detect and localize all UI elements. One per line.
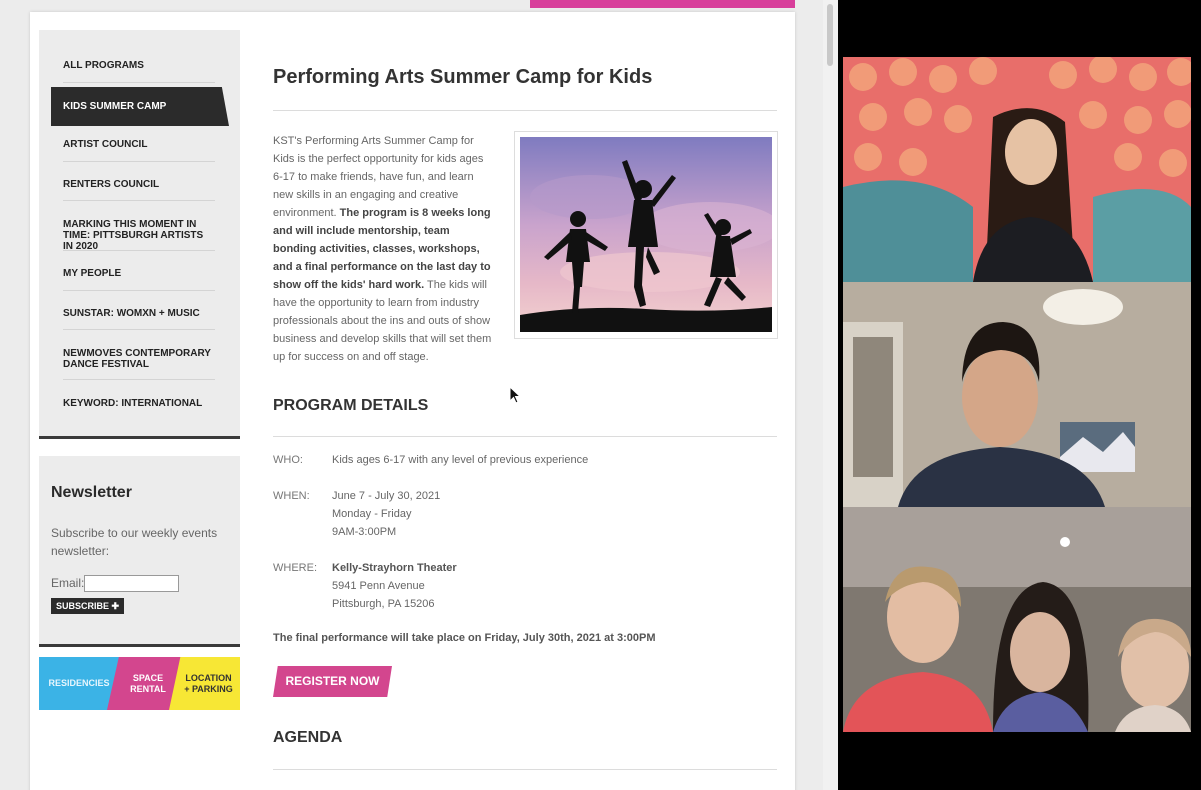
video-tile-participant-1[interactable]	[843, 57, 1191, 282]
when-dates: June 7 - July 30, 2021	[332, 490, 441, 502]
nav-divider	[63, 379, 215, 380]
email-field[interactable]	[84, 575, 179, 592]
nav-divider	[63, 200, 215, 201]
where-street: 5941 Penn Avenue	[332, 580, 425, 592]
who-label: WHO:	[273, 454, 303, 466]
newsletter-description: Subscribe to our weekly events newslette…	[51, 526, 218, 558]
where-city: Pittsburgh, PA 15206	[332, 598, 435, 610]
nav-item-marking-this-moment[interactable]: MARKING THIS MOMENT IN TIME: PITTSBURGH …	[63, 219, 215, 252]
page-title: Performing Arts Summer Camp for Kids	[273, 66, 653, 88]
program-details-heading: PROGRAM DETAILS	[273, 397, 429, 414]
nav-divider	[63, 82, 215, 83]
intro-paragraph: KST's Performing Arts Summer Camp for Ki…	[273, 132, 495, 366]
tile-label: SPACE RENTAL	[130, 672, 166, 694]
where-label: WHERE:	[273, 562, 317, 574]
program-nav: ALL PROGRAMS KIDS SUMMER CAMP ARTIST COU…	[39, 30, 240, 439]
divider	[273, 110, 777, 111]
nav-item-keyword-international[interactable]: KEYWORD: INTERNATIONAL	[63, 398, 215, 409]
nav-item-all-programs[interactable]: ALL PROGRAMS	[63, 60, 215, 71]
when-label: WHEN:	[273, 490, 310, 502]
intro-text: The kids will have the opportunity to le…	[273, 279, 492, 363]
participant-video-1	[843, 57, 1191, 282]
nav-divider	[63, 290, 215, 291]
nav-item-newmoves[interactable]: NEWMOVES CONTEMPORARY DANCE FESTIVAL	[63, 348, 215, 370]
tile-space-rental[interactable]: SPACE RENTAL	[107, 657, 181, 710]
nav-item-kids-summer-camp[interactable]: KIDS SUMMER CAMP	[51, 87, 229, 126]
divider	[273, 436, 777, 437]
participant-video-2	[843, 282, 1191, 507]
nav-divider	[63, 161, 215, 162]
nav-item-label: KIDS SUMMER CAMP	[63, 101, 167, 112]
mouse-cursor-icon	[509, 386, 521, 404]
agenda-heading: AGENDA	[273, 729, 343, 746]
nav-item-artist-council[interactable]: ARTIST COUNCIL	[63, 139, 215, 150]
when-hours: 9AM-3:00PM	[332, 526, 397, 538]
scrollbar-thumb[interactable]	[827, 4, 833, 66]
nav-item-sunstar[interactable]: SUNSTAR: WOMXN + MUSIC	[63, 308, 215, 319]
email-label: Email:	[51, 576, 85, 590]
final-performance-note: The final performance will take place on…	[273, 632, 656, 644]
newsletter-panel: Newsletter Subscribe to our weekly event…	[39, 456, 240, 647]
where-venue: Kelly-Strayhorn Theater	[332, 562, 457, 574]
nav-divider	[63, 250, 215, 251]
video-tile-participant-3[interactable]	[843, 507, 1191, 732]
kids-silhouette-image	[520, 137, 772, 332]
when-days: Monday - Friday	[332, 508, 412, 520]
newsletter-title: Newsletter	[51, 484, 132, 501]
tile-label: LOCATION + PARKING	[184, 672, 233, 694]
participant-video-3	[843, 507, 1191, 732]
video-tile-participant-2[interactable]	[843, 282, 1191, 507]
nav-item-renters-council[interactable]: RENTERS COUNCIL	[63, 179, 215, 190]
camp-photo	[514, 131, 778, 339]
nav-divider	[63, 329, 215, 330]
subscribe-button[interactable]: SUBSCRIBE ✚	[51, 598, 125, 614]
nav-item-my-people[interactable]: MY PEOPLE	[63, 268, 215, 279]
browser-window: ALL PROGRAMS KIDS SUMMER CAMP ARTIST COU…	[0, 0, 838, 790]
page-scrollbar[interactable]	[823, 0, 838, 790]
header-accent-bar	[530, 0, 795, 8]
who-value: Kids ages 6-17 with any level of previou…	[332, 454, 589, 466]
quick-links: RESIDENCIES SPACE RENTAL LOCATION + PARK…	[39, 657, 240, 710]
divider	[273, 769, 777, 770]
tile-residencies[interactable]: RESIDENCIES	[39, 657, 119, 710]
tile-label: RESIDENCIES	[48, 678, 110, 688]
register-now-button[interactable]: REGISTER NOW	[273, 666, 392, 697]
tile-location-parking[interactable]: LOCATION + PARKING	[169, 657, 240, 710]
